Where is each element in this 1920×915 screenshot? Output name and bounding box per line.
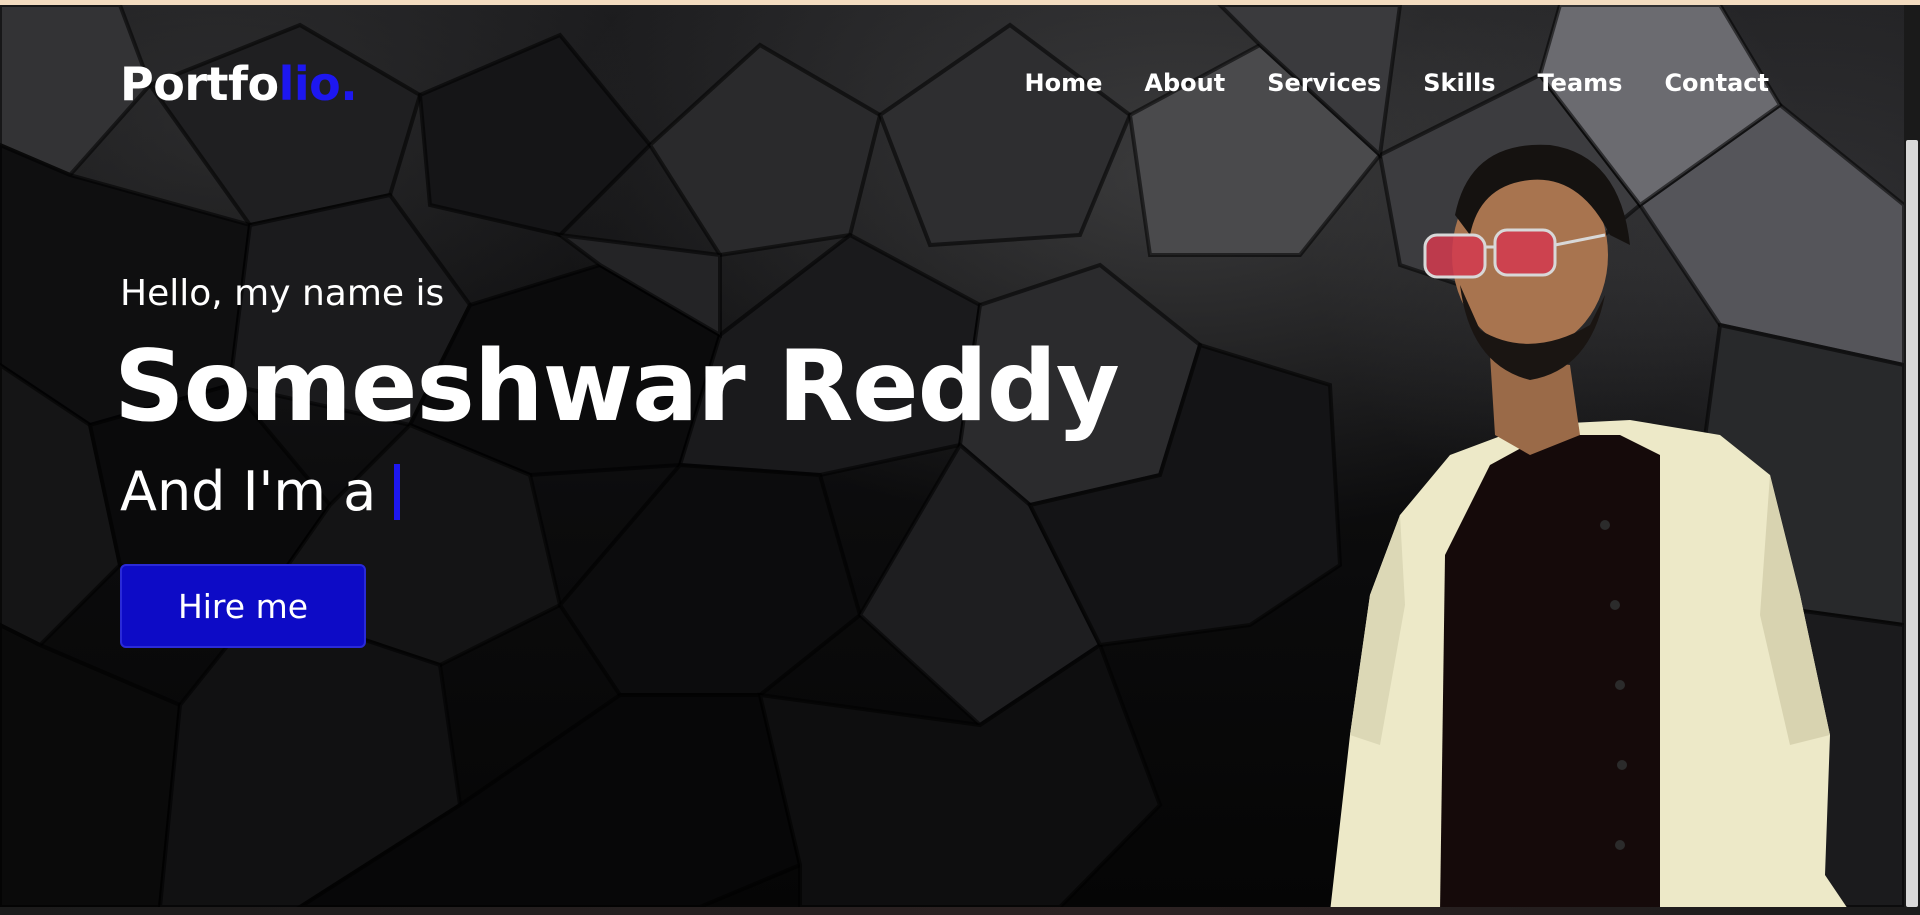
hero-name: Someshwar Reddy: [114, 330, 1120, 444]
hero-role-line: And I'm a: [120, 460, 401, 523]
main-navigation: Home About Services Skills Teams Contact: [1025, 69, 1769, 97]
site-logo[interactable]: Portfolio.: [120, 57, 358, 111]
hero-greeting: Hello, my name is: [120, 273, 445, 314]
hero-section: Portfolio. Home About Services Skills Te…: [0, 5, 1904, 907]
logo-accent-text: lio.: [278, 57, 358, 111]
nav-link-teams[interactable]: Teams: [1537, 69, 1622, 97]
hero-role-prefix: And I'm a: [120, 460, 377, 523]
nav-link-home[interactable]: Home: [1025, 69, 1103, 97]
hire-me-button[interactable]: Hire me: [120, 564, 366, 648]
logo-main-text: Portfo: [120, 57, 279, 111]
next-section-edge: [0, 907, 1920, 915]
typing-cursor: [394, 463, 401, 520]
nav-link-contact[interactable]: Contact: [1664, 69, 1769, 97]
nav-link-services[interactable]: Services: [1267, 69, 1381, 97]
nav-link-about[interactable]: About: [1144, 69, 1225, 97]
nav-link-skills[interactable]: Skills: [1423, 69, 1495, 97]
page-scrollbar-thumb[interactable]: [1906, 140, 1918, 907]
profile-portrait-image: [1330, 144, 1847, 907]
